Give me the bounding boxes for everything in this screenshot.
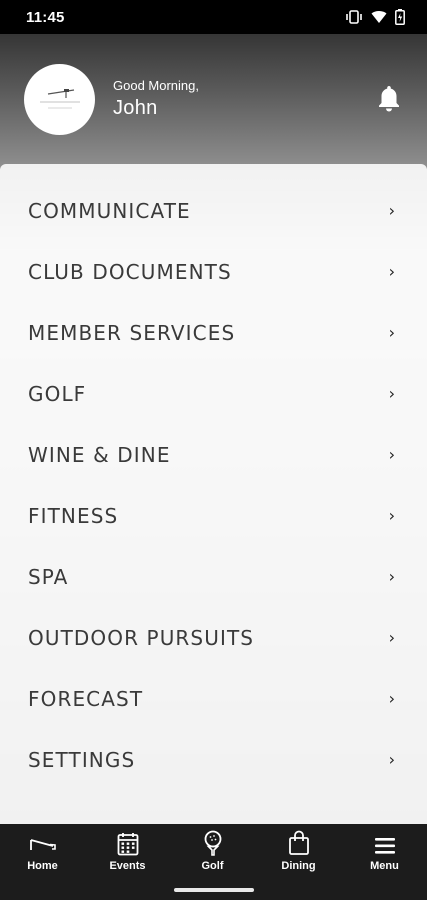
menu-item-forecast[interactable]: FORECAST › [0,668,427,729]
hamburger-menu-icon [373,828,397,856]
chevron-right-icon: › [388,628,395,647]
menu-item-label: MEMBER SERVICES [28,320,236,345]
club-logo-mark [39,89,80,109]
calendar-icon [117,828,139,856]
chevron-right-icon: › [388,323,395,342]
vibrate-icon [345,10,363,24]
user-name: John [113,97,158,119]
tab-home[interactable]: Home [0,828,85,878]
menu-item-label: FORECAST [28,686,144,711]
notifications-bell-icon[interactable] [375,84,403,112]
chevron-right-icon: › [388,384,395,403]
tab-label: Golf [201,860,224,872]
menu-item-settings[interactable]: SETTINGS › [0,729,427,790]
menu-item-fitness[interactable]: FITNESS › [0,485,427,546]
wifi-icon [371,10,387,24]
greeting-block: Good Morning, John [113,78,199,120]
tab-label: Events [109,860,146,872]
tab-menu[interactable]: Menu [342,828,427,878]
chevron-right-icon: › [388,689,395,708]
status-time: 11:45 [26,8,65,26]
menu-item-wine-dine[interactable]: WINE & DINE › [0,424,427,485]
status-icons [345,9,405,25]
menu-item-label: FITNESS [28,503,119,528]
menu-item-label: COMMUNICATE [28,198,191,223]
menu-item-communicate[interactable]: COMMUNICATE › [0,180,427,241]
menu-item-label: SPA [28,564,69,589]
menu-item-golf[interactable]: GOLF › [0,363,427,424]
menu-item-spa[interactable]: SPA › [0,546,427,607]
menu-item-label: CLUB DOCUMENTS [28,259,232,284]
menu-item-label: SETTINGS [28,747,136,772]
tab-events[interactable]: Events [85,828,170,878]
chevron-right-icon: › [388,201,395,220]
menu-item-outdoor-pursuits[interactable]: OUTDOOR PURSUITS › [0,607,427,668]
status-bar: 11:45 [0,0,427,34]
chevron-right-icon: › [388,506,395,525]
menu-panel: COMMUNICATE › CLUB DOCUMENTS › MEMBER SE… [0,164,427,824]
chevron-right-icon: › [388,445,395,464]
chevron-right-icon: › [388,567,395,586]
menu-item-club-documents[interactable]: CLUB DOCUMENTS › [0,241,427,302]
battery-icon [395,9,405,25]
golf-flag-icon [28,828,58,856]
menu-item-label: OUTDOOR PURSUITS [28,625,255,650]
menu-item-label: GOLF [28,381,87,406]
profile-header: Good Morning, John [0,34,427,164]
tab-label: Home [27,860,58,872]
golf-ball-tee-icon [202,828,224,856]
chevron-right-icon: › [388,750,395,769]
shopping-bag-icon [288,828,310,856]
chevron-right-icon: › [388,262,395,281]
tab-dining[interactable]: Dining [256,828,341,878]
menu-item-member-services[interactable]: MEMBER SERVICES › [0,302,427,363]
menu-item-label: WINE & DINE [28,442,171,467]
tab-label: Menu [370,860,399,872]
club-logo[interactable] [24,63,95,135]
tab-golf[interactable]: Golf [170,828,255,878]
home-indicator[interactable] [174,888,254,892]
greeting-text: Good Morning, [113,78,199,93]
tab-label: Dining [281,860,316,872]
